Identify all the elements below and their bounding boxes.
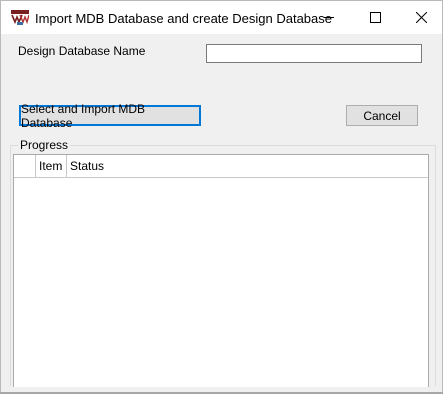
app-logo-icon xyxy=(11,10,29,25)
import-dialog-window: Import MDB Database and create Design Da… xyxy=(0,0,443,394)
column-header-item[interactable]: Item xyxy=(36,155,67,177)
cancel-button[interactable]: Cancel xyxy=(346,105,418,126)
maximize-button[interactable] xyxy=(353,1,398,34)
column-header-status[interactable]: Status xyxy=(67,155,428,177)
select-import-mdb-button[interactable]: Select and Import MDB Database xyxy=(19,102,201,130)
maximize-icon xyxy=(370,12,381,23)
design-database-name-input[interactable] xyxy=(206,44,422,63)
minimize-icon xyxy=(324,17,334,18)
design-database-name-label: Design Database Name xyxy=(18,44,146,58)
close-button[interactable] xyxy=(399,1,443,34)
close-icon xyxy=(416,12,427,23)
title-bar[interactable]: Import MDB Database and create Design Da… xyxy=(1,1,442,34)
progress-grid[interactable]: Item Status xyxy=(13,154,429,387)
window-title: Import MDB Database and create Design Da… xyxy=(35,11,332,26)
row-header-corner xyxy=(14,155,36,177)
minimize-button[interactable] xyxy=(307,1,352,34)
grid-header: Item Status xyxy=(14,155,428,178)
progress-group-label: Progress xyxy=(18,138,71,152)
